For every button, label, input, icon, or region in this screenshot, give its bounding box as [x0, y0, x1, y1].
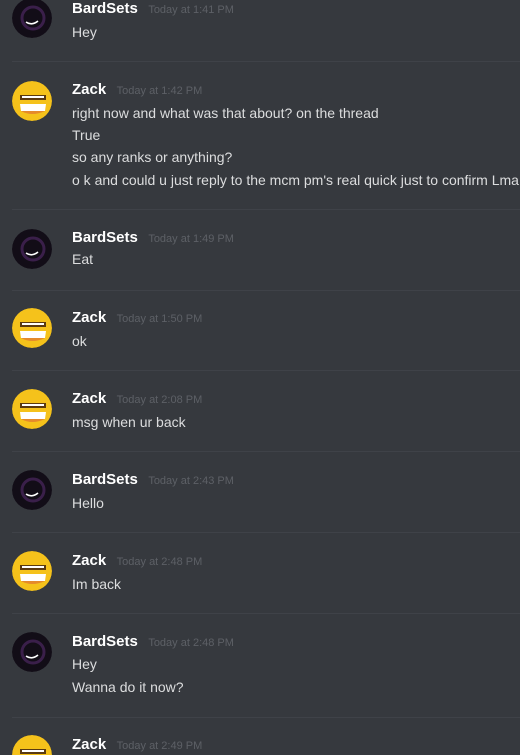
message-divider [12, 532, 520, 533]
yellow-smiley-icon [12, 551, 52, 591]
message-header: Zack Today at 2:49 PM [72, 736, 202, 754]
username[interactable]: BardSets [72, 229, 138, 246]
zack-avatar[interactable] [12, 735, 52, 755]
username[interactable]: Zack [72, 552, 106, 569]
message-divider [12, 209, 520, 210]
message-text: Hello [72, 495, 104, 511]
username[interactable]: Zack [72, 390, 106, 407]
message-divider [12, 613, 520, 614]
timestamp: Today at 2:48 PM [148, 637, 234, 649]
timestamp: Today at 2:49 PM [116, 740, 203, 752]
message-text: Hey [72, 24, 97, 40]
message-divider [12, 717, 520, 718]
yellow-smiley-icon [12, 81, 52, 121]
chat-messages: BardSets Today at 1:41 PM Hey Zack Today… [0, 0, 520, 755]
timestamp: Today at 2:43 PM [148, 475, 234, 487]
message-divider [12, 61, 520, 62]
timestamp: Today at 2:08 PM [116, 394, 203, 406]
message-text: Eat [72, 251, 94, 267]
message-divider [12, 290, 520, 291]
yellow-smiley-icon [12, 308, 52, 348]
dark-orb-icon [12, 0, 52, 38]
message-header: BardSets Today at 1:49 PM [72, 229, 234, 247]
dark-orb-icon [12, 470, 52, 510]
zack-avatar[interactable] [12, 308, 52, 348]
message-header: Zack Today at 1:50 PM [72, 309, 202, 327]
zack-avatar[interactable] [12, 551, 52, 591]
message-text: o k and could u just reply to the mcm pm… [72, 172, 519, 188]
dark-orb-icon [12, 229, 52, 269]
yellow-smiley-icon [12, 735, 52, 755]
zack-avatar[interactable] [12, 389, 52, 429]
username[interactable]: Zack [72, 309, 106, 326]
username[interactable]: BardSets [72, 0, 138, 17]
bardsets-avatar[interactable] [12, 632, 52, 672]
message-text: Im back [72, 576, 122, 592]
message-header: BardSets Today at 1:41 PM [72, 0, 234, 18]
message-text: msg when ur back [72, 414, 186, 430]
bardsets-avatar[interactable] [12, 229, 52, 269]
bardsets-avatar[interactable] [12, 0, 52, 38]
message-header: Zack Today at 2:08 PM [72, 390, 202, 408]
timestamp: Today at 2:48 PM [116, 556, 203, 568]
username[interactable]: BardSets [72, 633, 138, 650]
message-text: True [72, 127, 101, 143]
message-header: Zack Today at 1:42 PM [72, 81, 202, 99]
timestamp: Today at 1:42 PM [116, 85, 203, 97]
username[interactable]: BardSets [72, 471, 138, 488]
message-text: ok [72, 333, 87, 349]
message-header: BardSets Today at 2:48 PM [72, 633, 234, 651]
message-divider [12, 370, 520, 371]
message-text: so any ranks or anything? [72, 149, 233, 165]
timestamp: Today at 1:50 PM [116, 313, 203, 325]
message-text: Wanna do it now? [72, 679, 184, 695]
message-divider [12, 451, 520, 452]
username[interactable]: Zack [72, 81, 106, 98]
message-header: BardSets Today at 2:43 PM [72, 471, 234, 489]
zack-avatar[interactable] [12, 81, 52, 121]
timestamp: Today at 1:49 PM [148, 233, 234, 245]
timestamp: Today at 1:41 PM [148, 4, 234, 16]
message-text: Hey [72, 656, 97, 672]
username[interactable]: Zack [72, 736, 106, 753]
bardsets-avatar[interactable] [12, 470, 52, 510]
message-text: right now and what was that about? on th… [72, 105, 379, 121]
message-header: Zack Today at 2:48 PM [72, 552, 202, 570]
dark-orb-icon [12, 632, 52, 672]
yellow-smiley-icon [12, 389, 52, 429]
